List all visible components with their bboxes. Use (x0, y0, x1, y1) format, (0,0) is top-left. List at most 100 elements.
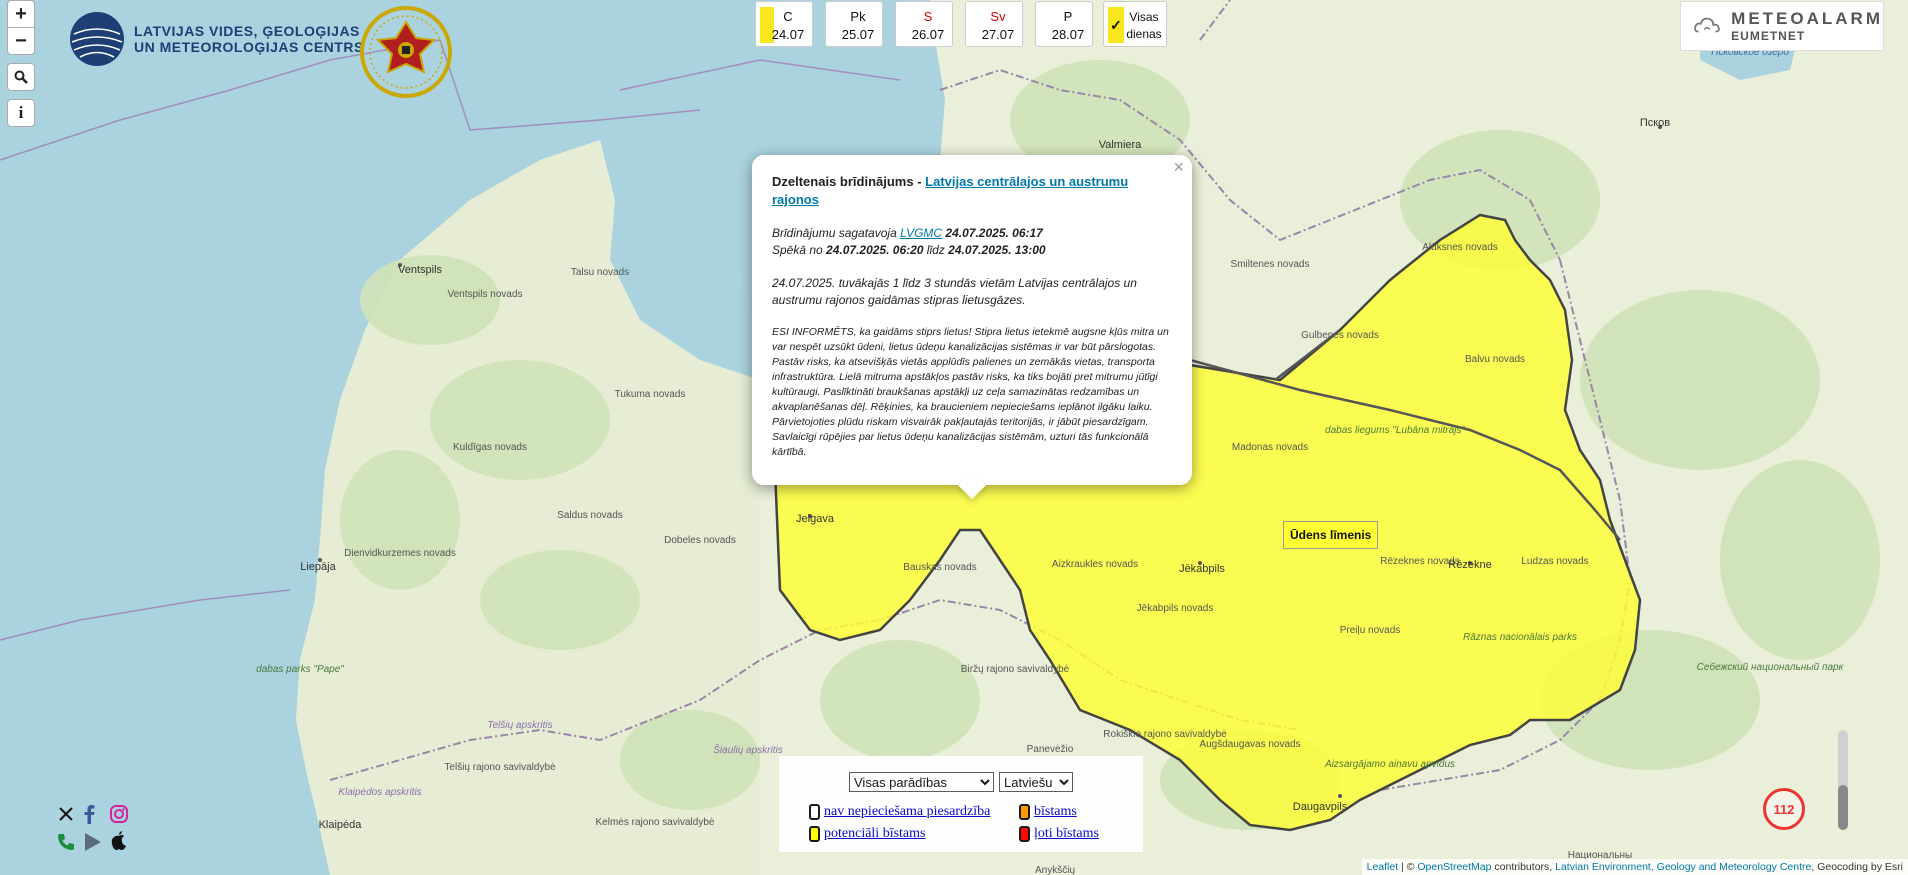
lvgmc-logo-line1: LATVIJAS VIDES, ĢEOLOĢIJAS (134, 23, 360, 39)
label-aizkraukles-novads: Aizkraukles novads (1052, 559, 1138, 570)
label-anyksciu: Anykščių (1035, 865, 1075, 875)
legend-item-potentially-dangerous[interactable]: potenciāli bīstams (809, 826, 925, 842)
lvgmc-logo[interactable]: LATVIJAS VIDES, ĢEOLOĢIJAS UN METEOROLOĢ… (68, 10, 364, 68)
day-tab-1[interactable]: Pk 25.07 (825, 1, 883, 47)
label-saldus-novads: Saldus novads (557, 510, 623, 521)
day-1-date: 25.07 (841, 27, 875, 42)
popup-title-prefix: Dzeltenais brīdinājums - (772, 174, 926, 189)
legend-item-dangerous[interactable]: bīstams (1019, 804, 1077, 820)
day-tab-all[interactable]: ✓ Visas dienas (1103, 1, 1167, 47)
warning-popup: × Dzeltenais brīdinājums - Latvijas cent… (752, 155, 1192, 485)
popup-lvgmc-link[interactable]: LVGMC (900, 226, 942, 240)
day-selector: C 24.07 Pk 25.07 S 26.07 Sv 27.07 P 28.0… (755, 1, 1167, 47)
label-raznas: Rāznas nacionālais parks (1463, 632, 1577, 643)
label-valmiera: Valmiera (1099, 139, 1142, 151)
popup-close-button[interactable]: × (1173, 157, 1184, 178)
map-attribution: Leaflet | © OpenStreetMap contributors, … (1361, 859, 1908, 875)
label-kelmes: Kelmės rajono savivaldybė (596, 817, 715, 828)
attribution-end: , Geocoding by Esri (1811, 861, 1903, 873)
label-dobeles-novads: Dobeles novads (664, 535, 736, 546)
zoom-in-button[interactable]: + (7, 0, 35, 28)
zoom-out-button[interactable]: − (7, 27, 35, 55)
info-button[interactable]: i (7, 99, 35, 127)
all-days-line2: dienas (1126, 27, 1162, 41)
legend-swatch-yellow (809, 826, 820, 842)
phone-icon[interactable] (56, 832, 76, 852)
label-jekabpils-novads: Jēkabpils novads (1137, 603, 1214, 614)
day-tab-4[interactable]: P 28.07 (1035, 1, 1093, 47)
emergency-112-button[interactable]: 112 (1763, 788, 1805, 830)
google-play-icon[interactable] (84, 832, 102, 852)
popup-title: Dzeltenais brīdinājums - Latvijas centrā… (772, 173, 1172, 209)
meteoalarm-cloud-icon (1694, 17, 1720, 33)
label-talsu-novads: Talsu novads (571, 267, 629, 278)
leaflet-link[interactable]: Leaflet (1367, 861, 1399, 873)
label-sebezh: Себежский национальный парк (1697, 661, 1845, 673)
label-kuldigas-novads: Kuldīgas novads (453, 442, 527, 453)
day-1-label: Pk (850, 9, 866, 24)
lvgmc-attribution-link[interactable]: Latvian Environment, Geology and Meteoro… (1555, 861, 1811, 873)
day-tab-3[interactable]: Sv 27.07 (965, 1, 1023, 47)
water-level-warning-label[interactable]: Ūdens līmenis (1283, 521, 1379, 549)
popup-valid-from: 24.07.2025. 06:20 (826, 243, 924, 257)
legend-item-no-caution[interactable]: nav nepieciešama piesardzība (809, 804, 990, 820)
facebook-icon[interactable] (82, 804, 96, 824)
legend-swatch-white (809, 804, 820, 820)
meteoalarm-logo[interactable]: METEOALARM EUMETNET (1680, 1, 1884, 51)
check-icon: ✓ (1108, 7, 1124, 43)
vugd-emblem[interactable] (358, 4, 454, 105)
label-augsdaugavas: Augšdaugavas novads (1199, 739, 1300, 750)
label-tukuma-novads: Tukuma novads (615, 389, 686, 400)
day-tab-0[interactable]: C 24.07 (755, 1, 813, 47)
label-preilu-novads: Preiļu novads (1340, 625, 1401, 636)
popup-info-text: ESI INFORMĒTS, ka gaidāms stiprs lietus!… (772, 326, 1169, 458)
day-4-label: P (1063, 9, 1073, 24)
language-select[interactable]: Latviešu (999, 772, 1073, 792)
apple-icon[interactable] (110, 831, 128, 851)
day-4-date: 28.07 (1051, 27, 1085, 42)
label-klaipeda: Klaipėda (319, 819, 363, 831)
label-bauskas-novads: Bauskas novads (903, 562, 976, 573)
label-dienvidkurzemes-novads: Dienvidkurzemes novads (344, 548, 456, 559)
popup-prepared-prefix: Brīdinājumu sagatavoja (772, 226, 901, 240)
instagram-icon[interactable] (110, 805, 128, 823)
day-0-date: 24.07 (771, 27, 805, 42)
label-smiltenes-novads: Smiltenes novads (1231, 259, 1310, 270)
label-siauliu: Šiaulių apskritis (713, 743, 782, 756)
opacity-slider-fill (1838, 785, 1848, 830)
attribution-sep1: | © (1398, 861, 1418, 873)
label-aluksnes: Alūksnes novads (1422, 242, 1498, 253)
info-icon: i (18, 103, 24, 122)
popup-valid-mid: līdz (923, 243, 949, 257)
popup-prepared-time: 24.07.2025. 06:17 (942, 226, 1043, 240)
label-telsiu-rajono: Telšių rajono savivaldybė (444, 762, 556, 773)
legend-swatch-orange (1019, 804, 1030, 820)
legend-panel: Visas parādības Latviešu nav nepieciešam… (779, 756, 1143, 852)
label-jelgava: Jelgava (796, 513, 835, 525)
search-button[interactable] (7, 63, 35, 91)
day-tab-2[interactable]: S 26.07 (895, 1, 953, 47)
events-select[interactable]: Visas parādības (849, 772, 994, 792)
label-dabas-parks-pape: dabas parks "Pape" (256, 664, 344, 675)
label-jekabpils: Jēkabpils (1179, 563, 1225, 575)
attribution-mid: contributors, (1491, 861, 1556, 873)
popup-description: 24.07.2025. tuvākajās 1 līdz 3 stundās v… (772, 276, 1137, 307)
social-links (56, 804, 136, 860)
legend-item-very-dangerous[interactable]: ļoti bīstams (1019, 826, 1099, 842)
label-balvu-novads: Balvu novads (1465, 354, 1525, 365)
meteoalarm-title: METEOALARM (1731, 9, 1883, 28)
day-3-date: 27.07 (981, 27, 1015, 42)
day-2-date: 26.07 (911, 27, 945, 42)
osm-link[interactable]: OpenStreetMap (1417, 861, 1491, 873)
opacity-slider[interactable] (1838, 730, 1848, 830)
label-madonas-novads: Madonas novads (1232, 442, 1308, 453)
label-rezekne: Rēzekne (1448, 559, 1491, 571)
label-telsiu: Telšių apskritis (487, 720, 552, 731)
label-rokiskio: Rokiškio rajono savivaldybė (1103, 729, 1227, 740)
label-daugavpils: Daugavpils (1293, 801, 1348, 813)
label-birzu: Biržų rajono savivaldybė (961, 664, 1070, 675)
vugd-emblem-icon (360, 6, 452, 98)
x-icon[interactable] (58, 806, 74, 822)
day-0-label: C (783, 9, 793, 24)
all-days-line1: Visas (1129, 10, 1159, 24)
